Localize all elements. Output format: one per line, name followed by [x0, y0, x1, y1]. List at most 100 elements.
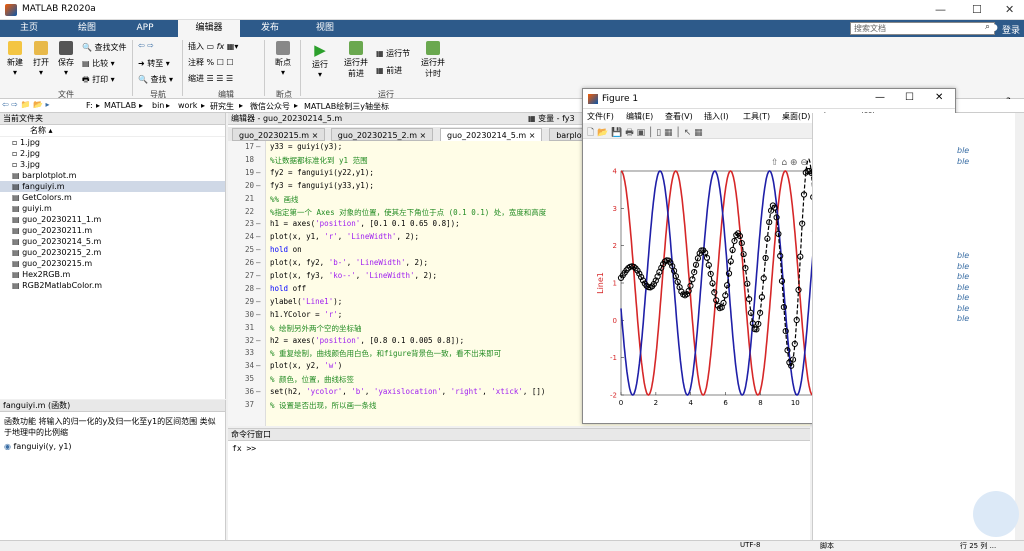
file-item[interactable]: ▤ guo_20230211_1.m [0, 214, 225, 225]
minimize-icon[interactable]: — [875, 92, 885, 103]
tab-plots[interactable]: 绘图 [72, 20, 102, 37]
goto-button[interactable]: ➜ 转至 ▾ [138, 58, 170, 69]
file-item[interactable]: ▫ 2.jpg [0, 148, 225, 159]
path-segment[interactable]: 微信公众号 [250, 101, 290, 112]
back-arrow-icon[interactable]: ⇦ ⇨ [138, 41, 154, 50]
path-segment[interactable]: F: [86, 101, 93, 110]
compare-button[interactable]: ▤ 比较 ▾ [82, 58, 115, 69]
breakpoint-marker[interactable]: — [256, 336, 261, 345]
file-item[interactable]: ▤ barplotplot.m [0, 170, 225, 181]
file-item[interactable]: ▤ GetColors.m [0, 192, 225, 203]
figure-menu-item[interactable]: 插入(I) [704, 111, 729, 122]
maximize-icon[interactable]: ☐ [972, 3, 982, 16]
line-number: 18 [244, 154, 254, 164]
var-title[interactable]: ▦ 变量 - fy3 [528, 113, 575, 125]
tab-publish[interactable]: 发布 [255, 20, 285, 37]
y1-tick-label: 1 [613, 280, 617, 288]
breakpoint-marker[interactable]: — [256, 387, 261, 396]
run-button[interactable]: ▶ 运行 ▾ [306, 41, 334, 79]
path-segment[interactable]: bin [152, 101, 164, 110]
search-input[interactable]: 搜索文档 [850, 22, 995, 35]
column-header[interactable]: 名称 ▴ [0, 125, 225, 137]
code-text: set(h2, 'ycolor', 'b', 'yaxislocation', … [270, 387, 546, 397]
user-icon[interactable]: ● [990, 23, 998, 33]
insert-button[interactable]: 插入 ▭ fx ▦▾ [188, 41, 238, 52]
path-segment[interactable]: 研究生 [210, 101, 234, 112]
breakpoint-marker[interactable]: — [256, 271, 261, 280]
file-item[interactable]: ▤ fanguiyi.m [0, 181, 225, 192]
ws-val: ble [957, 303, 970, 313]
path-segment[interactable]: work [178, 101, 197, 110]
y1-tick-label: 2 [613, 242, 617, 250]
breakpoint-marker[interactable]: — [256, 142, 261, 151]
figure-menu-item[interactable]: 桌面(D) [782, 111, 810, 122]
close-icon[interactable]: ✕ [1005, 3, 1014, 16]
run-time-button[interactable]: 运行并 计时 [418, 41, 448, 79]
details-description: 函数功能 将输入的归一化的y及归一化至y1的区间范围 类似于地理中的比例缩 [4, 417, 216, 437]
goto-label: 转至 [147, 59, 164, 68]
comment-button[interactable]: 注释 % ☐ ☐ [188, 57, 234, 68]
breakpoint-marker[interactable]: — [256, 181, 261, 190]
line-number: 23 [244, 219, 254, 229]
code-text: % 颜色，位置，曲线标签 [270, 375, 355, 385]
editor-tab[interactable]: guo_20230215.m × [232, 128, 326, 141]
figure-menu-item[interactable]: 文件(F) [587, 111, 614, 122]
new-label: 新建 [7, 58, 23, 67]
tab-apps[interactable]: APP [130, 20, 160, 37]
indent-button[interactable]: 缩进 ☰ ☰ ☰ [188, 73, 233, 84]
close-icon[interactable]: ✕ [935, 92, 943, 103]
save-button[interactable]: 保存 ▾ [55, 41, 77, 77]
run-time-label: 运行并 计时 [421, 58, 445, 78]
file-item[interactable]: ▫ 3.jpg [0, 159, 225, 170]
tab-view[interactable]: 视图 [310, 20, 340, 37]
breakpoint-marker[interactable]: — [256, 297, 261, 306]
minimize-icon[interactable]: — [935, 3, 946, 16]
file-item[interactable]: ▤ guo_20230214_5.m [0, 236, 225, 247]
find-files-button[interactable]: 🔍 查找文件 [82, 42, 127, 53]
line-number: 35 [244, 374, 254, 384]
run-advance-button[interactable]: 运行并 前进 [342, 41, 370, 79]
print-button[interactable]: 🖶 打印 ▾ [82, 74, 115, 88]
save-label: 保存 [58, 58, 74, 67]
file-item[interactable]: ▫ 1.jpg [0, 137, 225, 148]
tab-editor[interactable]: 编辑器 [178, 20, 240, 37]
command-prompt[interactable]: fx >> [228, 441, 810, 456]
new-button[interactable]: 新建 ▾ [4, 41, 26, 77]
scrollbar[interactable] [1015, 113, 1024, 540]
file-item[interactable]: ▤ RGB2MatlabColor.m [0, 280, 225, 291]
breakpoint-marker[interactable]: — [256, 245, 261, 254]
breakpoint-marker[interactable]: — [256, 168, 261, 177]
file-item[interactable]: ▤ guo_20230211.m [0, 225, 225, 236]
find-button[interactable]: 🔍 查找 ▾ [138, 74, 173, 85]
figure-menu-item[interactable]: 工具(T) [743, 111, 770, 122]
advance-button[interactable]: ▦ 前进 [376, 65, 402, 76]
open-button[interactable]: 打开 ▾ [30, 41, 52, 77]
path-segment[interactable]: MATLAB [104, 101, 136, 110]
figure-menu-item[interactable]: 查看(V) [665, 111, 693, 122]
run-section-button[interactable]: ▦ 运行节 [376, 48, 410, 59]
file-item[interactable]: ▤ guo_20230215_2.m [0, 247, 225, 258]
login-link[interactable]: 登录 [1002, 23, 1020, 36]
breakpoint-marker[interactable]: — [256, 284, 261, 293]
figure-menu-item[interactable]: 编辑(E) [626, 111, 653, 122]
file-item[interactable]: ▤ guo_20230215.m [0, 258, 225, 269]
file-item[interactable]: ▤ guiyi.m [0, 203, 225, 214]
file-item[interactable]: ▤ Hex2RGB.m [0, 269, 225, 280]
separator [264, 40, 265, 96]
breakpoint-marker[interactable]: — [256, 258, 261, 267]
breakpoint-marker[interactable]: — [256, 361, 261, 370]
line-number: 21 [244, 193, 254, 203]
editor-tab[interactable]: guo_20230215_2.m × [330, 128, 434, 141]
breakpoint-marker[interactable]: — [256, 310, 261, 319]
editor-tab[interactable]: guo_20230214_5.m × [440, 128, 543, 141]
breakpoints-button[interactable]: 断点 ▾ [270, 41, 296, 77]
tab-home[interactable]: 主页 [14, 20, 44, 37]
maximize-icon[interactable]: ☐ [905, 92, 914, 103]
breakpoint-marker[interactable]: — [256, 219, 261, 228]
breakpoint-marker[interactable]: — [256, 232, 261, 241]
nav-arrows-icon[interactable]: ⇦ ⇨ 📁 📂 ▸ [2, 100, 50, 109]
path-segment[interactable]: MATLAB绘制三y轴坐标 [304, 101, 389, 112]
path-sep: ▸ [294, 101, 299, 110]
code-text: fy3 = fanguiyi(y33,y1); [270, 180, 374, 190]
x-tick-label: 6 [723, 399, 728, 407]
